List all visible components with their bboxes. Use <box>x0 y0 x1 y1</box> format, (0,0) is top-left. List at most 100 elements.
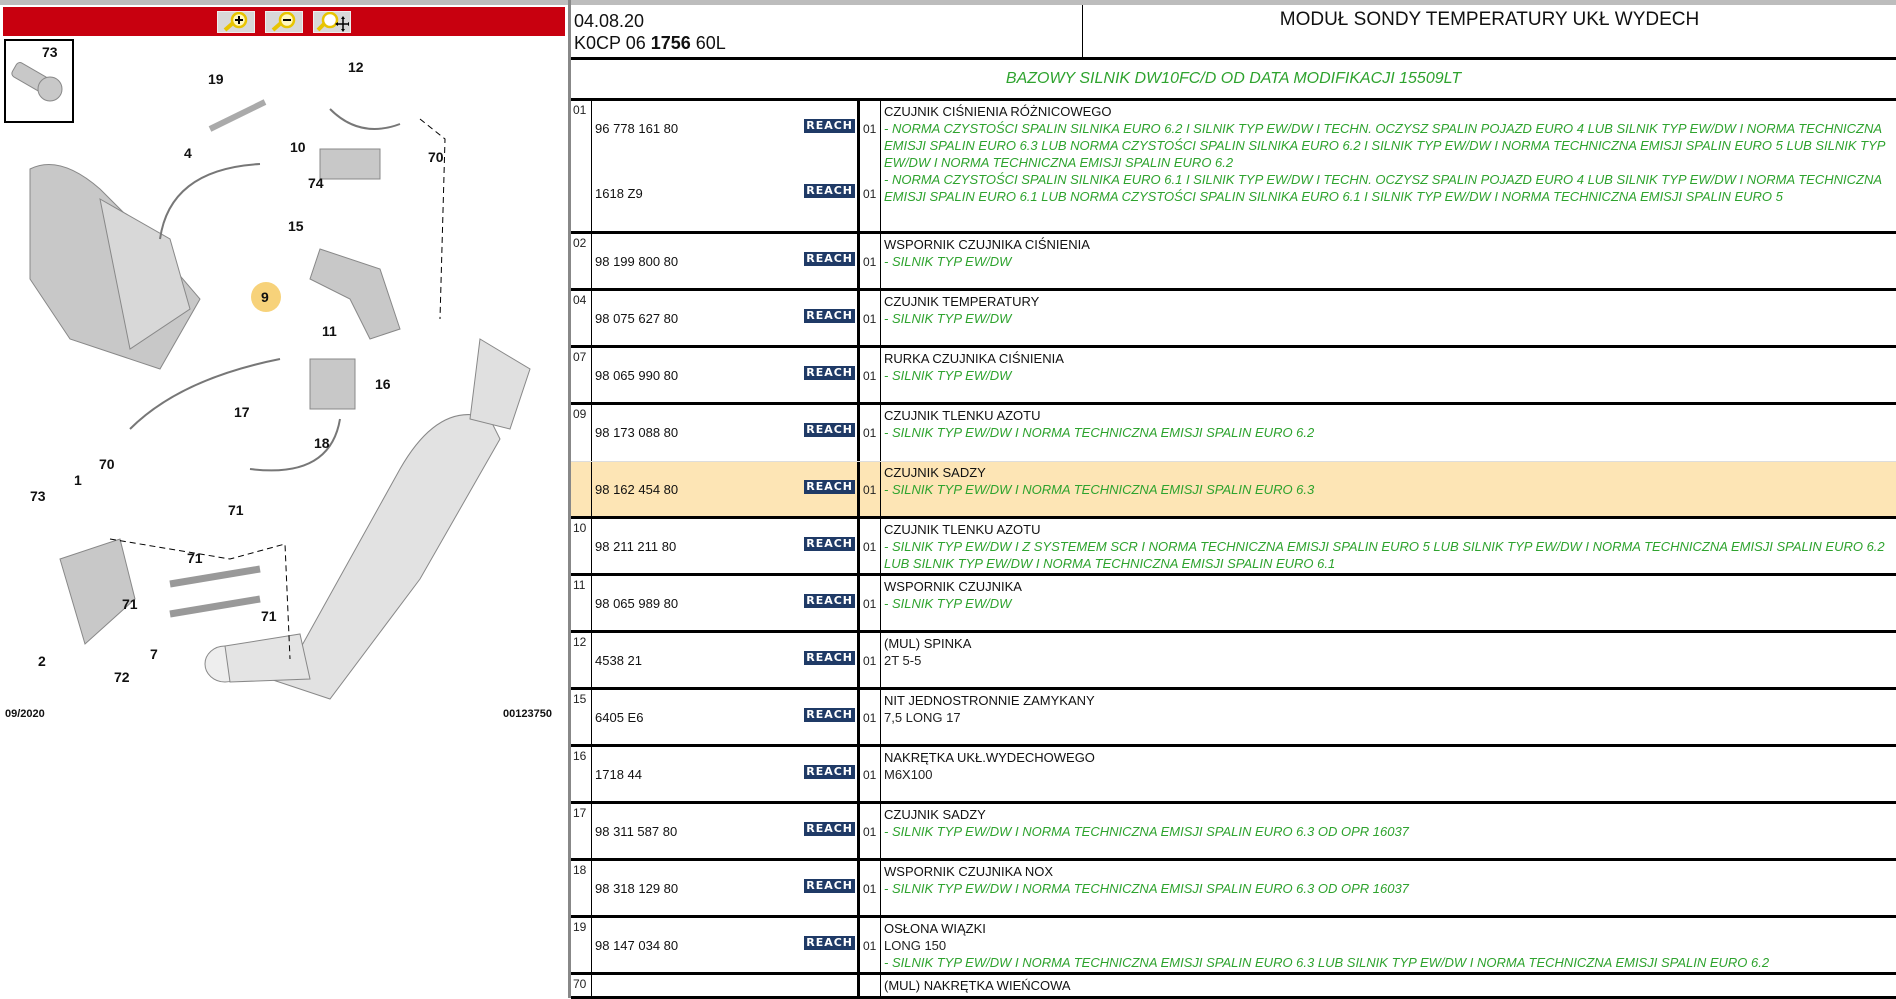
item-index: 70 <box>571 975 592 996</box>
table-row[interactable]: 10 98 211 211 80 REACH 01 CZUJNIK TLENKU AZO… <box>571 519 1896 576</box>
reach-badge[interactable]: REACH <box>804 936 855 950</box>
part-title: OSŁONA WIĄZKI <box>884 921 986 936</box>
part-number[interactable]: 98 173 088 80 <box>595 425 678 440</box>
zoom-out-button[interactable] <box>265 10 303 33</box>
part-description: WSPORNIK CZUJNIKA CIŚNIENIA - SILNIK TYP … <box>881 234 1896 288</box>
callout-74[interactable]: 74 <box>308 175 324 191</box>
table-row[interactable]: 98 162 454 80 REACH 01 CZUJNIK SADZY - SILNI… <box>571 462 1896 519</box>
part-number[interactable]: 98 065 989 80 <box>595 596 678 611</box>
part-number[interactable]: 6405 E6 <box>595 710 643 725</box>
reach-badge[interactable]: REACH <box>804 708 855 722</box>
part-number[interactable]: 1718 44 <box>595 767 642 782</box>
reach-badge[interactable]: REACH <box>804 651 855 665</box>
table-row[interactable]: 01 96 778 161 80 REACH 1618 Z9 REACH 01 01 CZUJ… <box>571 101 1896 234</box>
zoom-in-icon <box>223 11 248 32</box>
callout-10[interactable]: 10 <box>290 139 306 155</box>
part-number[interactable]: 98 199 800 80 <box>595 254 678 269</box>
callout-9[interactable]: 9 <box>261 289 269 305</box>
callout-73[interactable]: 73 <box>42 44 58 60</box>
table-row[interactable]: 04 98 075 627 80 REACH 01 CZUJNIK TEMPERATUR… <box>571 291 1896 348</box>
parts-table: 01 96 778 161 80 REACH 1618 Z9 REACH 01 01 CZUJ… <box>571 101 1896 999</box>
part-title: RURKA CZUJNIKA CIŚNIENIA <box>884 351 1064 366</box>
part-spec: 2T 5-5 <box>884 653 922 668</box>
zoom-in-button[interactable] <box>217 10 255 33</box>
callout-71[interactable]: 71 <box>261 608 277 624</box>
item-index: 10 <box>571 519 592 573</box>
table-row[interactable]: 16 1718 44 REACH 01 NAKRĘTKA UKŁ.WYDECHOWEGO… <box>571 747 1896 804</box>
reach-badge[interactable]: REACH <box>804 423 855 437</box>
part-description: NIT JEDNOSTRONNIE ZAMYKANY 7,5 LONG 17 <box>881 690 1896 744</box>
callout-18[interactable]: 18 <box>314 435 330 451</box>
table-row[interactable]: 15 6405 E6 REACH 01 NIT JEDNOSTRONNIE ZAMYKA… <box>571 690 1896 747</box>
part-number[interactable]: 98 211 211 80 <box>595 539 676 554</box>
reach-badge[interactable]: REACH <box>804 765 855 779</box>
part-applicability: - SILNIK TYP EW/DW <box>884 311 1012 326</box>
part-description: WSPORNIK CZUJNIKA NOX - SILNIK TYP EW/DW … <box>881 861 1896 915</box>
table-row[interactable]: 11 98 065 989 80 REACH 01 WSPORNIK CZUJNIKA -… <box>571 576 1896 633</box>
table-row[interactable]: 12 4538 21 REACH 01 (MUL) SPINKA 2T 5-5 <box>571 633 1896 690</box>
quantity: 01 <box>863 426 877 440</box>
reach-badge[interactable]: REACH <box>804 879 855 893</box>
callout-12[interactable]: 12 <box>348 59 364 75</box>
reach-badge[interactable]: REACH <box>804 480 855 494</box>
part-title: (MUL) SPINKA <box>884 636 972 651</box>
table-row[interactable]: 18 98 318 129 80 REACH 01 WSPORNIK CZUJNIKA … <box>571 861 1896 918</box>
callout-4[interactable]: 4 <box>184 145 192 161</box>
reach-badge[interactable]: REACH <box>804 184 855 198</box>
zoom-pan-icon <box>316 11 349 32</box>
header-code: K0CP 06 1756 60L <box>574 33 726 53</box>
part-number[interactable]: 1618 Z9 <box>595 186 643 201</box>
item-index: 07 <box>571 348 592 402</box>
callout-72[interactable]: 72 <box>114 669 130 685</box>
callout-15[interactable]: 15 <box>288 218 304 234</box>
callout-11[interactable]: 11 <box>322 323 337 339</box>
item-index: 04 <box>571 291 592 345</box>
callout-71[interactable]: 71 <box>187 550 203 566</box>
table-row[interactable]: 07 98 065 990 80 REACH 01 RURKA CZUJNIKA CIŚ… <box>571 348 1896 405</box>
reach-badge[interactable]: REACH <box>804 252 855 266</box>
part-number[interactable]: 98 065 990 80 <box>595 368 678 383</box>
quantity: 01 <box>863 597 877 611</box>
part-number[interactable]: 98 162 454 80 <box>595 482 678 497</box>
part-description: CZUJNIK SADZY - SILNIK TYP EW/DW I NORMA … <box>881 804 1896 858</box>
item-index: 17 <box>571 804 592 858</box>
callout-1[interactable]: 1 <box>74 472 82 488</box>
table-row[interactable]: 19 98 147 034 80 REACH 01 OSŁONA WIĄZKI LONG … <box>571 918 1896 975</box>
table-row[interactable]: 02 98 199 800 80 REACH 01 WSPORNIK CZUJNIKA … <box>571 234 1896 291</box>
item-index: 15 <box>571 690 592 744</box>
callout-73[interactable]: 73 <box>30 488 46 504</box>
quantity: 01 <box>863 312 877 326</box>
part-number[interactable]: 98 075 627 80 <box>595 311 678 326</box>
callout-71[interactable]: 71 <box>122 596 138 612</box>
part-description: RURKA CZUJNIKA CIŚNIENIA - SILNIK TYP EW/… <box>881 348 1896 402</box>
quantity: 01 <box>863 187 877 201</box>
quantity: 01 <box>863 255 877 269</box>
table-row[interactable]: 17 98 311 587 80 REACH 01 CZUJNIK SADZY - SIL… <box>571 804 1896 861</box>
part-number[interactable]: 4538 21 <box>595 653 642 668</box>
reach-badge[interactable]: REACH <box>804 119 855 133</box>
part-number[interactable]: 98 311 587 80 <box>595 824 677 839</box>
part-applicability: - SILNIK TYP EW/DW <box>884 596 1012 611</box>
reach-badge[interactable]: REACH <box>804 537 855 551</box>
part-number[interactable]: 96 778 161 80 <box>595 121 678 136</box>
reach-badge[interactable]: REACH <box>804 594 855 608</box>
table-row[interactable]: 70 (MUL) NAKRĘTKA WIEŃCOWA <box>571 975 1896 999</box>
zoom-pan-button[interactable] <box>313 10 351 33</box>
reach-badge[interactable]: REACH <box>804 309 855 323</box>
reach-badge[interactable]: REACH <box>804 366 855 380</box>
callout-17[interactable]: 17 <box>234 404 250 420</box>
reach-badge[interactable]: REACH <box>804 822 855 836</box>
callout-19[interactable]: 19 <box>208 71 224 87</box>
part-number[interactable]: 98 318 129 80 <box>595 881 678 896</box>
callout-71[interactable]: 71 <box>228 502 244 518</box>
callout-7[interactable]: 7 <box>150 646 158 662</box>
part-title: CZUJNIK SADZY <box>884 465 986 480</box>
callout-16[interactable]: 16 <box>375 376 391 392</box>
table-row[interactable]: 09 98 173 088 80 REACH 01 CZUJNIK TLENKU AZO… <box>571 405 1896 462</box>
zoom-out-icon <box>271 11 296 32</box>
callout-70[interactable]: 70 <box>428 149 444 165</box>
callout-70[interactable]: 70 <box>99 456 115 472</box>
part-applicability: - NORMA CZYSTOŚCI SPALIN SILNIKA EURO 6.… <box>884 172 1882 204</box>
part-number[interactable]: 98 147 034 80 <box>595 938 678 953</box>
callout-2[interactable]: 2 <box>38 653 46 669</box>
